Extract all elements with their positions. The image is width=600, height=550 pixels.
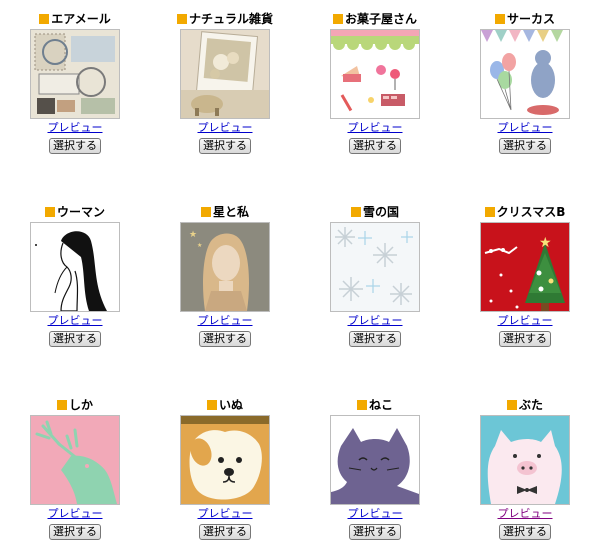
snowflakes-image[interactable] — [330, 222, 420, 312]
template-title-text: 星と私 — [212, 205, 249, 219]
template-title: サーカス — [450, 11, 600, 27]
template-item: しか プレビュー 選択する — [0, 397, 150, 540]
preview-link[interactable]: プレビュー — [150, 507, 300, 520]
svg-text:★: ★ — [539, 235, 552, 251]
template-item: ナチュラル雑貨 プレビュー 選択する — [150, 11, 300, 154]
template-title: お菓子屋さん — [300, 11, 450, 27]
select-button[interactable]: 選択する — [499, 524, 551, 540]
select-button[interactable]: 選択する — [49, 331, 101, 347]
template-title-text: ねこ — [368, 398, 393, 412]
template-title: ウーマン — [0, 204, 150, 220]
orange-square-icon — [350, 207, 361, 217]
orange-square-icon — [39, 14, 50, 24]
orange-square-icon — [506, 400, 517, 410]
template-title-text: しか — [68, 398, 93, 412]
preview-link[interactable]: プレビュー — [0, 314, 150, 327]
template-title: 雪の国 — [300, 204, 450, 220]
template-title: ぶた — [450, 397, 600, 413]
svg-text:★: ★ — [197, 242, 202, 249]
orange-square-icon — [332, 14, 343, 24]
template-item: クリスマスB ★ プレビュー 選択する — [450, 204, 600, 347]
template-title-text: ウーマン — [56, 205, 105, 219]
svg-text:★: ★ — [189, 230, 197, 240]
orange-square-icon — [176, 14, 187, 24]
preview-link[interactable]: プレビュー — [0, 507, 150, 520]
circus-bear-image[interactable] — [480, 29, 570, 119]
woman-silhouette-image[interactable] — [30, 222, 120, 312]
template-item: 雪の国 プレビュー 選択する — [300, 204, 450, 347]
template-title-text: いぬ — [218, 398, 243, 412]
template-title-text: サーカス — [506, 12, 555, 26]
orange-square-icon — [206, 400, 217, 410]
select-button[interactable]: 選択する — [499, 331, 551, 347]
template-title-text: ナチュラル雑貨 — [188, 12, 273, 26]
select-button[interactable]: 選択する — [199, 331, 251, 347]
sweets-image[interactable] — [330, 29, 420, 119]
template-title: クリスマスB — [450, 204, 600, 220]
preview-link[interactable]: プレビュー — [150, 314, 300, 327]
orange-square-icon — [44, 207, 55, 217]
orange-square-icon — [356, 400, 367, 410]
orange-square-icon — [494, 14, 505, 24]
flowers-photo-image[interactable] — [180, 29, 270, 119]
preview-link[interactable]: プレビュー — [450, 314, 600, 327]
preview-link[interactable]: プレビュー — [300, 121, 450, 134]
select-button[interactable]: 選択する — [349, 331, 401, 347]
template-title: エアメール — [0, 11, 150, 27]
preview-link[interactable]: プレビュー — [450, 121, 600, 134]
template-title: いぬ — [150, 397, 300, 413]
christmas-tree-image[interactable]: ★ — [480, 222, 570, 312]
template-item: サーカス プレビュー 選択する — [450, 11, 600, 154]
template-item: ねこ プレビュー 選択する — [300, 397, 450, 540]
template-title: ねこ — [300, 397, 450, 413]
template-grid: エアメール プレビュー 選択する ナチュラル雑貨 プレビュー 選択する お菓子屋… — [0, 0, 600, 550]
preview-link[interactable]: プレビュー — [300, 507, 450, 520]
template-item: ぶた プレビュー 選択する — [450, 397, 600, 540]
select-button[interactable]: 選択する — [499, 138, 551, 154]
select-button[interactable]: 選択する — [349, 138, 401, 154]
template-item: お菓子屋さん プレビュー 選択する — [300, 11, 450, 154]
select-button[interactable]: 選択する — [49, 524, 101, 540]
select-button[interactable]: 選択する — [199, 138, 251, 154]
template-title: ナチュラル雑貨 — [150, 11, 300, 27]
orange-square-icon — [56, 400, 67, 410]
template-item: 星と私 ★ ★ プレビュー 選択する — [150, 204, 300, 347]
template-title-text: エアメール — [51, 12, 111, 26]
template-item: いぬ プレビュー 選択する — [150, 397, 300, 540]
cat-image[interactable] — [330, 415, 420, 505]
orange-square-icon — [484, 207, 495, 217]
preview-link[interactable]: プレビュー — [300, 314, 450, 327]
select-button[interactable]: 選択する — [49, 138, 101, 154]
template-item: エアメール プレビュー 選択する — [0, 11, 150, 154]
stamp-collage-image[interactable] — [30, 29, 120, 119]
template-title-text: お菓子屋さん — [344, 12, 417, 26]
dog-image[interactable] — [180, 415, 270, 505]
girl-stars-image[interactable]: ★ ★ — [180, 222, 270, 312]
deer-image[interactable] — [30, 415, 120, 505]
template-title-text: クリスマスB — [496, 205, 566, 219]
preview-link[interactable]: プレビュー — [150, 121, 300, 134]
template-item: ウーマン プレビュー 選択する — [0, 204, 150, 347]
template-title-text: ぶた — [518, 398, 543, 412]
orange-square-icon — [200, 207, 211, 217]
template-title: 星と私 — [150, 204, 300, 220]
select-button[interactable]: 選択する — [349, 524, 401, 540]
preview-link[interactable]: プレビュー — [450, 507, 600, 520]
template-title: しか — [0, 397, 150, 413]
pig-image[interactable] — [480, 415, 570, 505]
select-button[interactable]: 選択する — [199, 524, 251, 540]
template-title-text: 雪の国 — [362, 205, 399, 219]
preview-link[interactable]: プレビュー — [0, 121, 150, 134]
